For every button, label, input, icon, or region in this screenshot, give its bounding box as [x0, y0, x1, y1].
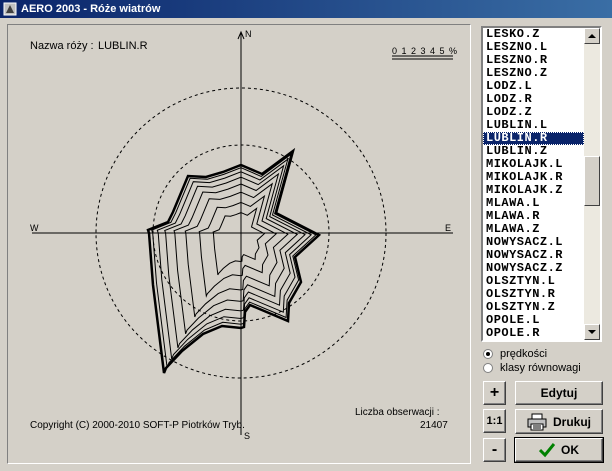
window-title: AERO 2003 - Róże wiatrów — [21, 3, 161, 15]
rose-polygons — [146, 147, 322, 374]
ok-button[interactable]: OK — [514, 437, 604, 463]
edit-button-label: Edytuj — [540, 386, 578, 400]
dir-n: N — [245, 29, 252, 39]
ratio-button[interactable]: 1:1 — [483, 409, 506, 433]
radio-stability[interactable]: klasy równowagi — [483, 362, 581, 374]
station-list-items: LESKO.Z LESZNO.L LESZNO.R LESZNO.Z LODZ.L LOD… — [483, 28, 584, 340]
rose-name-value: LUBLIN.R — [98, 40, 148, 52]
copyright-text: Copyright (C) 2000-2010 SOFT-P Piotrków … — [30, 420, 245, 431]
radio-stability-indicator[interactable] — [483, 363, 493, 373]
title-bar[interactable]: AERO 2003 - Róże wiatrów — [0, 0, 612, 18]
dir-w: W — [30, 223, 39, 233]
dir-s: S — [244, 431, 250, 441]
print-button[interactable]: Drukuj — [515, 409, 603, 434]
scale-tick-label: 2 — [411, 46, 416, 56]
rose-class-polygon — [212, 207, 266, 276]
scroll-up-button[interactable] — [584, 28, 600, 44]
edit-button[interactable]: Edytuj — [515, 381, 603, 405]
observations-value: 21407 — [420, 420, 448, 431]
scale-tick-label: % — [449, 46, 457, 56]
arrow-up-icon — [588, 34, 596, 38]
arrow-down-icon — [588, 330, 596, 334]
wind-rose-chart: Nazwa róży : LUBLIN.R 0 1 2 3 4 5% N E S W Co… — [30, 29, 457, 441]
scroll-thumb[interactable] — [584, 156, 600, 206]
ok-button-label: OK — [561, 443, 579, 457]
scale-tick-label: 4 — [430, 46, 435, 56]
scroll-down-button[interactable] — [584, 324, 600, 340]
zoom-out-button[interactable]: - — [483, 438, 506, 462]
checkmark-icon — [539, 443, 555, 458]
rose-class-polygon — [156, 157, 313, 360]
list-scrollbar[interactable] — [584, 28, 600, 340]
station-list[interactable]: LESKO.Z LESZNO.L LESZNO.R LESZNO.Z LODZ.L LOD… — [481, 26, 602, 342]
scale-tick-label: 1 — [402, 46, 407, 56]
scale-tick-label: 5 — [440, 46, 445, 56]
dir-e: E — [445, 223, 451, 233]
wind-rose-panel: Nazwa róży : LUBLIN.R 0 1 2 3 4 5% N E S W Co… — [7, 24, 471, 464]
radio-speeds[interactable]: prędkości — [483, 348, 547, 360]
station-list-item[interactable]: OPOLE.R — [483, 327, 584, 340]
scale-legend: 0 1 2 3 4 5% — [392, 46, 457, 60]
observations-label: Liczba obserwacji : — [355, 407, 439, 418]
scale-tick-label: 3 — [421, 46, 426, 56]
rose-name-label: Nazwa róży : — [30, 40, 94, 52]
radio-stability-label: klasy równowagi — [500, 362, 581, 374]
app-icon — [3, 2, 17, 16]
radio-speeds-label: prędkości — [500, 348, 548, 360]
printer-icon — [527, 413, 547, 430]
scale-tick-label: 0 — [392, 46, 397, 56]
zoom-in-button[interactable]: + — [483, 381, 506, 405]
radio-speeds-indicator[interactable] — [483, 349, 493, 359]
print-button-label: Drukuj — [552, 414, 591, 429]
